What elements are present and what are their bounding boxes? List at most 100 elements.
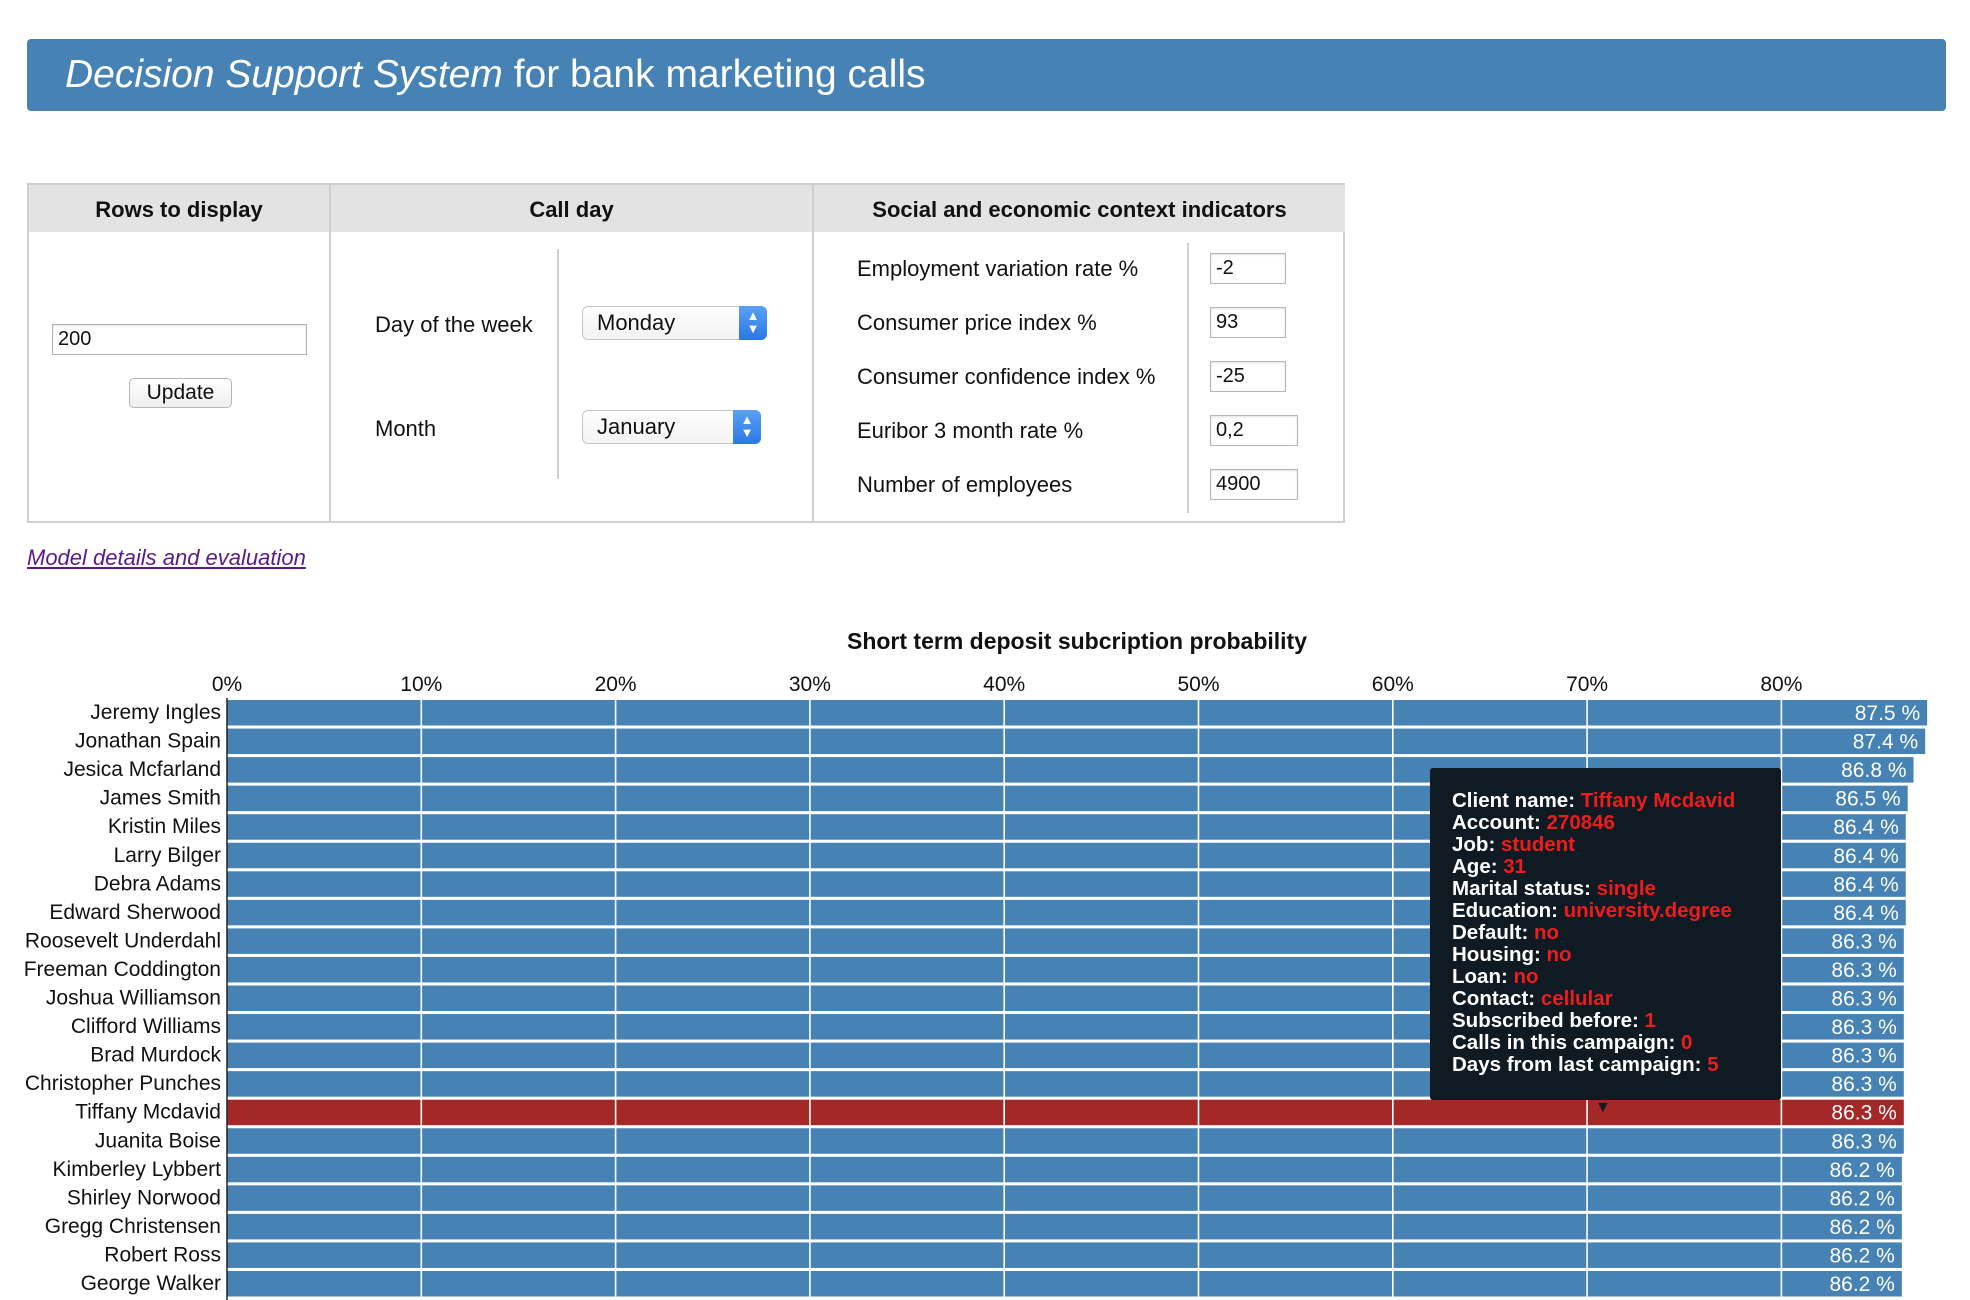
tooltip-label: Days from last campaign: [1452, 1053, 1708, 1076]
x-tick-label: 50% [1177, 673, 1219, 696]
x-tick-label: 0% [212, 673, 242, 696]
tooltip-label: Job: [1452, 833, 1501, 856]
bar [227, 1185, 1902, 1211]
bar-value-label: 86.4 % [1833, 873, 1898, 896]
client-name-label: Jonathan Spain [75, 730, 221, 753]
client-name-label: Gregg Christensen [45, 1215, 221, 1238]
bar-value-label: 86.4 % [1833, 845, 1898, 868]
client-name-label: Roosevelt Underdahl [25, 929, 221, 952]
client-name-label: Kristin Miles [108, 815, 221, 838]
tooltip-row: Subscribed before: 1 [1452, 1010, 1781, 1032]
bar-value-label: 86.5 % [1835, 788, 1900, 811]
tooltip-row: Client name: Tiffany Mcdavid [1452, 790, 1781, 812]
tooltip-value: 5 [1707, 1053, 1719, 1076]
bar-value-label: 86.3 % [1831, 1045, 1896, 1068]
bar-value-label: 86.3 % [1831, 988, 1896, 1011]
client-tooltip: Client name: Tiffany Mcdavid Account: 270… [1430, 768, 1781, 1116]
probability-bar-chart: 0% 10% 20% 30% 40% 50% 60% 70% 80% Jeremy Ingles 8… [24, 673, 1928, 1300]
bar-value-label: 86.3 % [1831, 930, 1896, 953]
tooltip-pointer-icon: ▼ [1595, 1099, 1611, 1116]
tooltip-label: Client name: [1452, 789, 1581, 812]
client-name-label: Brad Murdock [90, 1044, 221, 1067]
x-tick-label: 60% [1372, 673, 1414, 696]
x-tick-label: 20% [595, 673, 637, 696]
x-tick-label: 10% [400, 673, 442, 696]
tooltip-value: 1 [1644, 1009, 1656, 1032]
bar-value-label: 86.2 % [1829, 1244, 1894, 1267]
tooltip-row: Marital status: single [1452, 878, 1781, 900]
bar-value-label: 86.2 % [1829, 1187, 1894, 1210]
tooltip-value: no [1513, 965, 1539, 988]
client-name-label: Larry Bilger [114, 844, 221, 867]
tooltip-label: Calls in this campaign: [1452, 1031, 1681, 1054]
tooltip-row: Calls in this campaign: 0 [1452, 1032, 1781, 1054]
bar [227, 1213, 1902, 1240]
bar [227, 1099, 1904, 1126]
tooltip-label: Account: [1452, 811, 1547, 834]
client-name-label: Clifford Williams [71, 1015, 221, 1038]
tooltip-value: university.degree [1563, 899, 1732, 922]
client-name-label: Freeman Coddington [24, 958, 221, 981]
client-name-label: James Smith [100, 787, 221, 810]
bar-value-label: 86.3 % [1831, 1073, 1896, 1096]
bar-value-label: 87.5 % [1855, 702, 1920, 725]
bar-value-label: 86.4 % [1833, 816, 1898, 839]
x-tick-label: 30% [789, 673, 831, 696]
bar [227, 700, 1928, 726]
bar-value-label: 86.8 % [1841, 759, 1906, 782]
x-tick-label: 80% [1760, 673, 1802, 696]
client-name-label: Jeremy Ingles [90, 701, 221, 724]
client-name-label: Kimberley Lybbert [53, 1158, 222, 1181]
bar-value-label: 87.4 % [1853, 731, 1918, 754]
client-name-label: Shirley Norwood [67, 1186, 221, 1209]
tooltip-label: Marital status: [1452, 877, 1597, 900]
tooltip-row: Housing: no [1452, 944, 1781, 966]
client-name-label: Joshua Williamson [46, 987, 221, 1010]
x-tick-label: 70% [1566, 673, 1608, 696]
tooltip-label: Education: [1452, 899, 1564, 922]
client-name-label: Tiffany Mcdavid [75, 1101, 221, 1124]
client-name-label: Jesica Mcfarland [63, 758, 221, 781]
tooltip-value: no [1534, 921, 1560, 944]
tooltip-label: Housing: [1452, 943, 1547, 966]
tooltip-label: Default: [1452, 921, 1534, 944]
x-tick-label: 40% [983, 673, 1025, 696]
bar-value-label: 86.3 % [1831, 959, 1896, 982]
tooltip-value: 0 [1680, 1031, 1693, 1054]
tooltip-row: Contact: cellular [1452, 988, 1781, 1010]
bar-value-label: 86.2 % [1829, 1273, 1894, 1296]
bar [227, 728, 1926, 755]
client-name-label: Robert Ross [104, 1243, 221, 1266]
client-name-label: Christopher Punches [25, 1072, 221, 1095]
bar-value-label: 86.3 % [1831, 1016, 1896, 1039]
tooltip-value: 31 [1503, 855, 1527, 878]
client-name-label: Juanita Boise [95, 1129, 221, 1152]
bar-value-label: 86.4 % [1833, 902, 1898, 925]
tooltip-row: Education: university.degree [1452, 900, 1781, 922]
tooltip-value: Tiffany Mcdavid [1580, 789, 1736, 812]
bar [227, 1128, 1904, 1154]
tooltip-label: Subscribed before: [1452, 1009, 1645, 1032]
tooltip-row: Account: 270846 [1452, 812, 1781, 834]
tooltip-row: Days from last campaign: 5 [1452, 1054, 1781, 1076]
tooltip-label: Age: [1452, 855, 1504, 878]
tooltip-value: cellular [1540, 987, 1613, 1010]
client-name-label: Debra Adams [94, 872, 221, 895]
bar-value-label: 86.2 % [1829, 1216, 1894, 1239]
bar [227, 1242, 1902, 1268]
tooltip-row: Job: student [1452, 834, 1781, 856]
bar-value-label: 86.3 % [1831, 1102, 1896, 1125]
bar [227, 1156, 1902, 1183]
bar-value-label: 86.2 % [1829, 1159, 1894, 1182]
tooltip-value: 270846 [1546, 811, 1615, 834]
client-name-label: George Walker [81, 1272, 221, 1295]
tooltip-label: Contact: [1452, 987, 1541, 1010]
tooltip-row: Loan: no [1452, 966, 1781, 988]
tooltip-value: single [1596, 877, 1656, 900]
tooltip-label: Loan: [1452, 965, 1514, 988]
tooltip-value: student [1500, 833, 1575, 856]
bar-value-label: 86.3 % [1831, 1130, 1896, 1153]
tooltip-value: no [1546, 943, 1572, 966]
tooltip-row: Default: no [1452, 922, 1781, 944]
client-name-label: Edward Sherwood [49, 901, 221, 924]
